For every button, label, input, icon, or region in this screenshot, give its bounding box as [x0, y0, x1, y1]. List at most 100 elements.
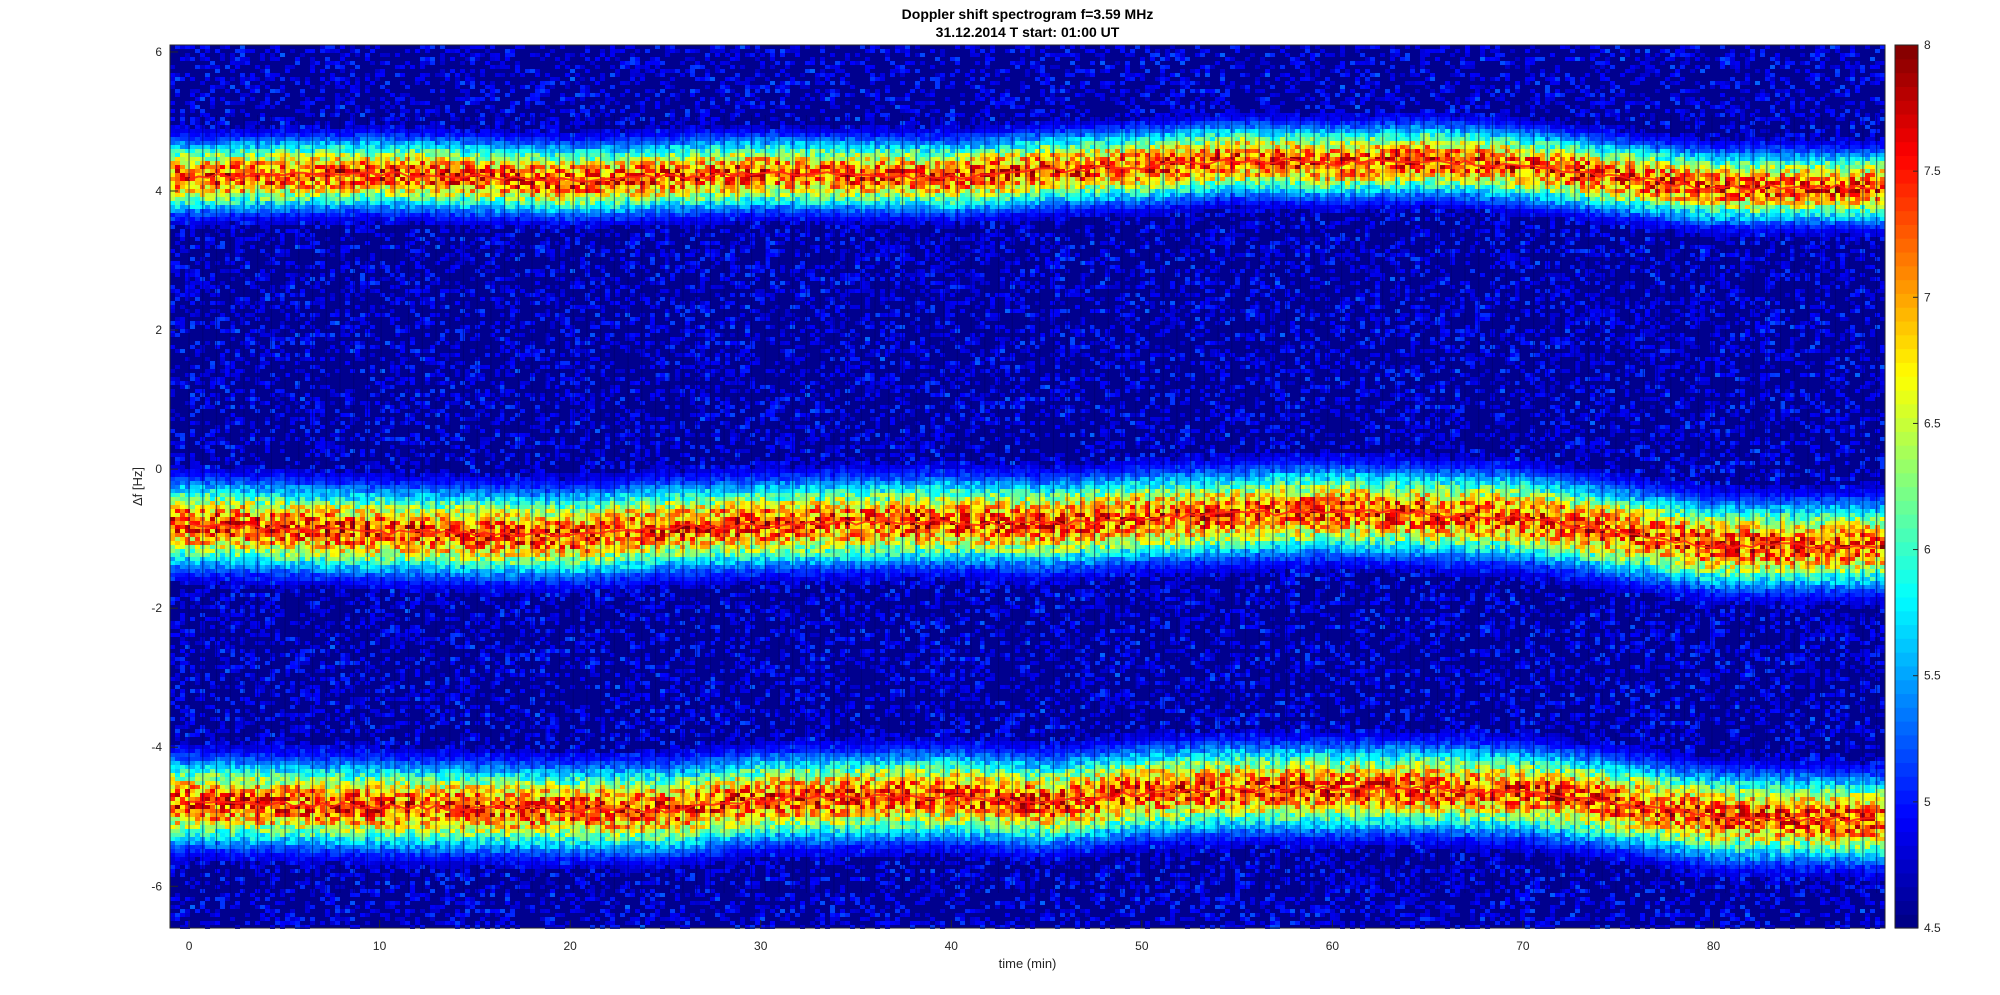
heatmap-cell [250, 793, 255, 797]
heatmap-cell [180, 669, 185, 673]
heatmap-cell [175, 185, 180, 189]
heatmap-cell [275, 529, 280, 533]
heatmap-cell [175, 441, 180, 445]
heatmap-cell [245, 61, 250, 65]
heatmap-cell [225, 669, 230, 673]
heatmap-cell [210, 705, 215, 709]
heatmap-cell [275, 101, 280, 105]
heatmap-cell [220, 829, 225, 833]
heatmap-cell [195, 181, 200, 185]
heatmap-cell [270, 909, 275, 913]
heatmap-cell [250, 893, 255, 897]
heatmap-cell [170, 177, 175, 181]
heatmap-cell [225, 845, 230, 849]
heatmap-cell [195, 309, 200, 313]
heatmap-cell [245, 629, 250, 633]
heatmap-cell [220, 761, 225, 765]
heatmap-cell [250, 161, 255, 165]
heatmap-cell [190, 605, 195, 609]
heatmap-cell [225, 849, 230, 853]
heatmap-cell [255, 905, 260, 909]
heatmap-cell [210, 277, 215, 281]
heatmap-cell [220, 861, 225, 865]
heatmap-cell [270, 429, 275, 433]
heatmap-cell [205, 185, 210, 189]
heatmap-cell [195, 105, 200, 109]
heatmap-cell [170, 201, 175, 205]
heatmap-cell [195, 561, 200, 565]
heatmap-cell [175, 893, 180, 897]
heatmap-cell [235, 589, 240, 593]
heatmap-cell [200, 921, 205, 925]
heatmap-cell [215, 533, 220, 537]
heatmap-cell [175, 177, 180, 181]
heatmap-cell [170, 217, 175, 221]
heatmap-cell [190, 149, 195, 153]
heatmap-cell [235, 709, 240, 713]
heatmap-cell [235, 157, 240, 161]
heatmap-cell [175, 905, 180, 909]
heatmap-cell [260, 537, 265, 541]
heatmap-cell [220, 545, 225, 549]
heatmap-cell [225, 317, 230, 321]
heatmap-cell [250, 185, 255, 189]
heatmap-cell [265, 137, 270, 141]
heatmap-cell [240, 101, 245, 105]
heatmap-cell [260, 289, 265, 293]
heatmap-cell [195, 749, 200, 753]
heatmap-cell [275, 589, 280, 593]
heatmap-cell [175, 453, 180, 457]
heatmap-cell [250, 125, 255, 129]
heatmap-cell [215, 85, 220, 89]
heatmap-cell [215, 321, 220, 325]
heatmap-cell [180, 637, 185, 641]
heatmap-cell [280, 165, 285, 169]
heatmap-cell [250, 849, 255, 853]
heatmap-cell [180, 169, 185, 173]
heatmap-cell [170, 501, 175, 505]
heatmap-cell [175, 481, 180, 485]
heatmap-cell [265, 93, 270, 97]
heatmap-cell [205, 445, 210, 449]
heatmap-cell [170, 285, 175, 289]
heatmap-cell [180, 229, 185, 233]
heatmap-cell [175, 461, 180, 465]
heatmap-cell [175, 477, 180, 481]
heatmap-cell [190, 649, 195, 653]
heatmap-cell [175, 321, 180, 325]
heatmap-cell [245, 129, 250, 133]
heatmap-cell [220, 441, 225, 445]
heatmap-cell [245, 601, 250, 605]
heatmap-cell [250, 829, 255, 833]
heatmap-cell [270, 577, 275, 581]
heatmap-cell [220, 629, 225, 633]
heatmap-cell [275, 245, 280, 249]
heatmap-cell [210, 573, 215, 577]
heatmap-cell [270, 217, 275, 221]
heatmap-cell [250, 481, 255, 485]
heatmap-cell [280, 249, 285, 253]
heatmap-cell [260, 201, 265, 205]
heatmap-cell [180, 841, 185, 845]
heatmap-cell [275, 413, 280, 417]
heatmap-cell [235, 849, 240, 853]
heatmap-cell [245, 165, 250, 169]
heatmap-cell [170, 549, 175, 553]
heatmap-cell [195, 289, 200, 293]
heatmap-cell [180, 453, 185, 457]
heatmap-cell [260, 917, 265, 921]
heatmap-cell [210, 549, 215, 553]
heatmap-cell [195, 549, 200, 553]
heatmap-cell [260, 761, 265, 765]
heatmap-cell [180, 485, 185, 489]
heatmap-cell [235, 545, 240, 549]
heatmap-cell [205, 561, 210, 565]
heatmap-cell [250, 469, 255, 473]
heatmap-cell [175, 549, 180, 553]
heatmap-cell [275, 209, 280, 213]
heatmap-cell [235, 761, 240, 765]
heatmap-cell [195, 185, 200, 189]
heatmap-cell [190, 805, 195, 809]
heatmap-cell [205, 121, 210, 125]
heatmap-cell [265, 853, 270, 857]
